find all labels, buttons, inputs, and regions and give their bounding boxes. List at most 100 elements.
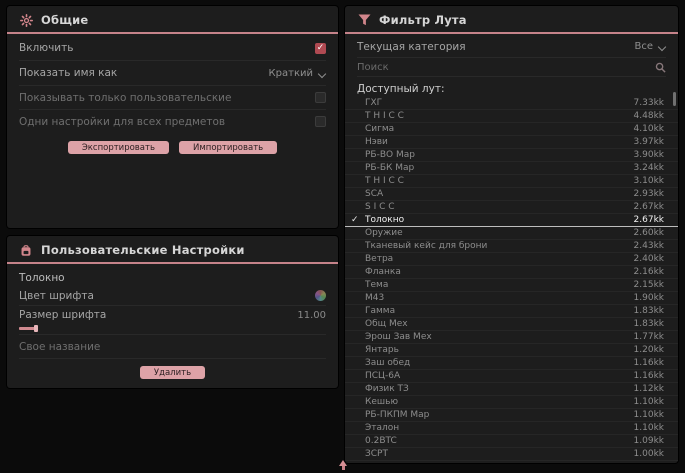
loot-item-price: 1.10kk: [634, 397, 664, 407]
search-row: Поиск: [357, 58, 666, 77]
loot-item-price: 2.67kk: [634, 202, 664, 212]
loot-list-item[interactable]: ✓ РБ-БК Мар 3.24kk: [345, 162, 678, 175]
custom-name-row: Свое название: [19, 335, 326, 359]
enable-label: Включить: [19, 42, 73, 54]
loot-item-name: Нэви: [365, 137, 634, 147]
font-color-label: Цвет шрифта: [19, 290, 94, 302]
funnel-icon: [357, 13, 371, 27]
custom-panel-title: Пользовательские Настройки: [41, 243, 245, 257]
loot-list-item[interactable]: ✓ РБ-ВО Мар 3.90kk: [345, 149, 678, 162]
import-button[interactable]: Импортировать: [179, 141, 277, 154]
loot-item-name: Фланка: [365, 267, 634, 277]
loot-item-price: 1.16kk: [634, 371, 664, 381]
category-dropdown[interactable]: Все: [634, 41, 666, 52]
loot-list-item[interactable]: ✓ ГХГ 7.33kk: [345, 97, 678, 110]
loot-list-item[interactable]: ✓ Фланка 2.16kk: [345, 266, 678, 279]
loot-list-item[interactable]: ✓ ЗСРТ 1.00kk: [345, 448, 678, 461]
loot-item-name: SCA: [365, 189, 634, 199]
font-size-row: Размер шрифта 11.00: [19, 306, 326, 324]
color-wheel-icon[interactable]: [315, 290, 326, 301]
loot-item-price: 1.90kk: [634, 293, 664, 303]
loot-item-price: 3.10kk: [634, 176, 664, 186]
loot-item-name: Кешью: [365, 397, 634, 407]
check-icon: ✓: [351, 214, 359, 227]
loot-list-item[interactable]: ✓ М43 1.90kk: [345, 292, 678, 305]
loot-list-item[interactable]: ✓ Эталон 1.10kk: [345, 422, 678, 435]
loot-item-price: 1.09kk: [634, 436, 664, 446]
bottom-anchor-icon[interactable]: [337, 460, 349, 472]
loot-item-name: 0.2BTC: [365, 436, 634, 446]
general-settings-panel: Общие Включить ✓ Показать имя как Кратки…: [7, 6, 338, 228]
loot-list-item[interactable]: ✓ Толокно 2.67kk: [345, 214, 678, 227]
loot-item-name: РБ-ВО Мар: [365, 150, 634, 160]
general-panel-title: Общие: [41, 13, 88, 27]
loot-list-item[interactable]: ✓ SCA 2.93kk: [345, 188, 678, 201]
loot-list-item[interactable]: ✓ Тема 2.15kk: [345, 279, 678, 292]
loot-list-item[interactable]: ✓ T H I C C 4.48kk: [345, 110, 678, 123]
loot-list-item[interactable]: ✓ T H I C C 3.10kk: [345, 175, 678, 188]
same-settings-checkbox[interactable]: [315, 116, 326, 127]
backpack-icon: [19, 243, 33, 257]
same-settings-label: Одни настройки для всех предметов: [19, 116, 225, 128]
loot-list-item[interactable]: ✓ S I C C 2.67kk: [345, 201, 678, 214]
loot-list-item[interactable]: ✓ Гамма 1.83kk: [345, 305, 678, 318]
slider-handle[interactable]: [34, 325, 38, 332]
loot-item-price: 7.33kk: [634, 98, 664, 108]
search-input[interactable]: Поиск: [357, 62, 389, 73]
export-button[interactable]: Экспортировать: [68, 141, 169, 154]
loot-panel-header: Фильтр Лута: [345, 6, 678, 34]
loot-item-price: 2.67kk: [634, 215, 664, 225]
loot-panel-title: Фильтр Лута: [379, 13, 467, 27]
loot-item-price: 1.83kk: [634, 306, 664, 316]
selected-item-name: Толокно: [19, 272, 326, 284]
delete-button[interactable]: Удалить: [140, 366, 205, 379]
loot-item-price: 1.77kk: [634, 332, 664, 342]
loot-item-price: 1.12kk: [634, 384, 664, 394]
scrollbar-thumb[interactable]: [673, 92, 676, 106]
loot-list-item[interactable]: ✓ Заш обед 1.16kk: [345, 357, 678, 370]
loot-item-price: 2.43kk: [634, 241, 664, 251]
loot-list-item[interactable]: ✓ ПСЦ-6А 1.16kk: [345, 370, 678, 383]
loot-item-price: 1.10kk: [634, 423, 664, 433]
font-size-label: Размер шрифта: [19, 309, 106, 321]
loot-list-item[interactable]: ✓ Ветра 2.40kk: [345, 253, 678, 266]
loot-list-item[interactable]: ✓ Общ Мех 1.83kk: [345, 318, 678, 331]
loot-list-item[interactable]: ✓ Нэви 3.97kk: [345, 136, 678, 149]
font-size-slider[interactable]: [19, 325, 326, 335]
same-settings-row: Одни настройки для всех предметов: [19, 110, 326, 133]
loot-item-price: 3.90kk: [634, 150, 664, 160]
loot-list-item[interactable]: ✓ Оружие 2.60kk: [345, 227, 678, 240]
enable-checkbox[interactable]: ✓: [315, 43, 326, 54]
loot-item-name: ПСЦ-6А: [365, 371, 634, 381]
loot-list: ✓ ГХГ 7.33kk ✓ T H I C C 4.48kk ✓ Сигма …: [345, 97, 678, 461]
loot-item-price: 4.48kk: [634, 111, 664, 121]
loot-item-name: М43: [365, 293, 634, 303]
show-name-value: Краткий: [269, 68, 313, 79]
loot-item-name: Ветра: [365, 254, 634, 264]
loot-list-item[interactable]: ✓ Физик ТЗ 1.12kk: [345, 383, 678, 396]
loot-item-name: S I C C: [365, 202, 634, 212]
loot-item-price: 1.83kk: [634, 319, 664, 329]
loot-list-item[interactable]: ✓ Тканевый кейс для брони 2.43kk: [345, 240, 678, 253]
only-custom-label: Показывать только пользовательские: [19, 92, 231, 104]
loot-list-item[interactable]: ✓ Янтарь 1.20kk: [345, 344, 678, 357]
loot-list-item[interactable]: ✓ Кешью 1.10kk: [345, 396, 678, 409]
show-name-row: Показать имя как Краткий: [19, 61, 326, 86]
loot-item-price: 1.10kk: [634, 410, 664, 420]
loot-list-item[interactable]: ✓ Сигма 4.10kk: [345, 123, 678, 136]
loot-list-item[interactable]: ✓ 0.2BTC 1.09kk: [345, 435, 678, 448]
custom-name-input[interactable]: Свое название: [19, 341, 100, 353]
only-custom-checkbox[interactable]: [315, 92, 326, 103]
loot-item-name: Сигма: [365, 124, 634, 134]
font-color-row: Цвет шрифта: [19, 286, 326, 306]
gear-icon: [19, 13, 33, 27]
loot-list-item[interactable]: ✓ РБ-ПКПМ Мар 1.10kk: [345, 409, 678, 422]
only-custom-row: Показывать только пользовательские: [19, 86, 326, 110]
loot-item-name: Общ Мех: [365, 319, 634, 329]
loot-item-name: РБ-БК Мар: [365, 163, 634, 173]
enable-row: Включить ✓: [19, 36, 326, 61]
loot-list-item[interactable]: ✓ Эрош Зав Мех 1.77kk: [345, 331, 678, 344]
search-icon[interactable]: [655, 62, 666, 73]
chevron-down-icon: [319, 70, 326, 77]
show-name-dropdown[interactable]: Краткий: [269, 68, 326, 79]
